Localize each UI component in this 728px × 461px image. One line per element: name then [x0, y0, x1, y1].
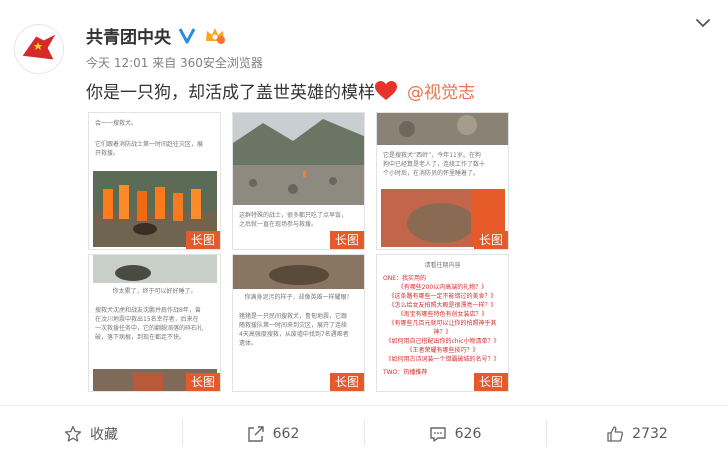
landslide-photo	[233, 113, 364, 205]
thumbnail-3[interactable]: 它是搜救犬“西岭”，今年11岁。在狗 狗中已经算是老人了，连续工作了数十 个小时…	[376, 112, 509, 250]
thumb-list-item: 《有哪些几百元就可以让你的拍照神乎其神？》	[388, 320, 497, 336]
chevron-down-icon[interactable]	[694, 14, 712, 32]
thumb-list-item: 《有哪些200以内高端的礼物？》	[397, 284, 488, 291]
long-image-badge: 长图	[185, 373, 220, 391]
thumb-text: 随救援队第一时间来到灾区，展开了连续	[239, 322, 348, 329]
favorite-button[interactable]: 收藏	[0, 406, 182, 461]
thumbnail-1[interactable]: 会一一搜救犬。 它们跟着消防战士第一时间赶往灾区，展 开救援。 长图	[88, 112, 221, 250]
thumbs-up-icon	[607, 425, 624, 442]
action-bar: 收藏 662 626 2732	[0, 405, 728, 461]
thumb-list-item: 《如何用古诗词装一个错霸破城的名号？》	[385, 356, 500, 363]
thumb-list-item: 《如何用自己搭配出你的chic小物清单？》	[385, 338, 500, 345]
share-icon	[247, 425, 264, 442]
thumb-text: ONE：我实用的	[383, 275, 427, 282]
thumb-list-item: 《淘宝有哪些特色有创女装店？》	[397, 311, 488, 318]
post-body: 你是一只狗，却活成了盖世英雄的模样	[86, 83, 375, 103]
thumb-text: 狗中已经算是老人了，连续工作了数十	[383, 161, 486, 168]
comment-button[interactable]: 626	[364, 406, 546, 461]
comment-icon	[429, 426, 446, 442]
comment-count: 626	[454, 425, 482, 442]
avatar[interactable]	[14, 24, 64, 74]
heart-icon	[375, 80, 397, 100]
rubble-photo	[377, 113, 508, 145]
post-text: 你是一只狗，却活成了盖世英雄的模样 @视觉志	[86, 78, 475, 103]
thumb-text: 在汶川地震中救出15名幸存者，后来在	[95, 316, 199, 323]
thumb-list-item: 《这条路有哪些一定不能错过的美食？》	[388, 293, 497, 300]
long-image-badge: 长图	[473, 373, 508, 391]
thumb-text: 会一一搜救犬。	[95, 120, 138, 127]
thumbnail-4[interactable]: 你太累了，终于可以好好睡了。 搜救犬沈虎和战友沈鹏并肩作战8年，曾 在汶川地震中…	[88, 254, 221, 392]
thumb-text: 搜救犬沈虎和战友沈鹏并肩作战8年，曾	[95, 307, 201, 314]
post-meta: 今天 12:01 来自 360安全浏览器	[86, 56, 263, 70]
thumb-text: 破，落下病根，到现在都走不快。	[95, 334, 186, 341]
member-crown-icon[interactable]	[203, 25, 227, 45]
thumb-text: 它们跟着消防战士第一时间赶往灾区，展	[95, 141, 204, 148]
thumb-list-item: 《王者荣耀有哪些技巧？》	[406, 347, 479, 354]
thumb-text: 它是搜救犬“西岭”，今年11岁。在狗	[383, 152, 481, 159]
thumb-text: 猪猪是一只民间搜救犬，鲁甸地震，它跟	[239, 313, 348, 320]
verified-icon	[178, 28, 196, 44]
long-image-badge: 长图	[329, 373, 364, 391]
thumb-list-item: 《怎么给女友拍照大概是很漂亮一样？》	[388, 302, 497, 309]
thumb-text: 请看往期内容	[424, 262, 461, 269]
thumb-text: 遗体。	[239, 340, 258, 347]
thumb-text: 个小时后，在消防员的怀里睡着了。	[383, 170, 480, 177]
repost-count: 662	[272, 425, 300, 442]
thumbnail-6[interactable]: 请看往期内容 ONE：我实用的 《有哪些200以内高端的礼物？》 《这条路有哪些…	[376, 254, 509, 392]
thumb-text: 一次救援任务中，它的翻腿溺落的碎石扎	[95, 325, 204, 332]
thumb-text: 4天高强度搜救，从废墟中找到7名遇难者	[239, 331, 349, 338]
thumbnail-2[interactable]: 这群特殊的战士，很多都只吃了点早饭， 之后就一直在现场参与救援。 长图	[232, 112, 365, 250]
thumbnail-5[interactable]: 你满身泥污的样子，却像英雄一样耀眼！ 猪猪是一只民间搜救犬，鲁甸地震，它跟 随救…	[232, 254, 365, 392]
thumb-text: 你满身泥污的样子，却像英雄一样耀眼！	[244, 294, 353, 301]
long-image-badge: 长图	[329, 231, 364, 249]
username[interactable]: 共青团中央	[86, 23, 171, 48]
long-image-badge: 长图	[185, 231, 220, 249]
mention-link[interactable]: @视觉志	[407, 78, 475, 103]
like-button[interactable]: 2732	[546, 406, 728, 461]
like-count: 2732	[632, 425, 668, 442]
long-image-badge: 长图	[473, 231, 508, 249]
thumb-text: 开救援。	[95, 150, 120, 157]
favorite-label: 收藏	[90, 426, 118, 443]
thumb-text: 这群特殊的战士，很多都只吃了点早饭，	[239, 212, 348, 219]
repost-button[interactable]: 662	[182, 406, 364, 461]
dog-photo	[93, 255, 217, 283]
muddy-dog-photo	[233, 255, 364, 289]
thumb-text: 之后就一直在现场参与救援。	[239, 221, 318, 228]
cyl-logo-icon	[15, 25, 63, 73]
thumb-text: 你太累了，终于可以好好睡了。	[112, 288, 197, 295]
star-icon	[64, 425, 82, 442]
